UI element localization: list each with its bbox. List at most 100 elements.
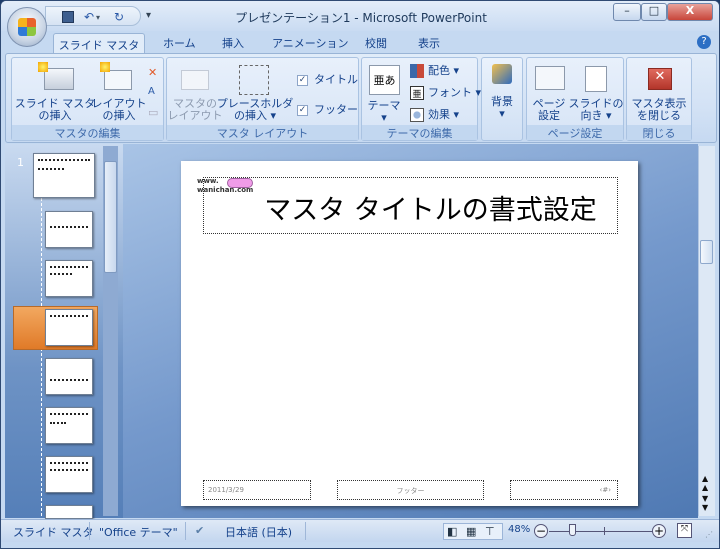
master-number: 1: [17, 156, 24, 169]
colors-button[interactable]: 配色 ▾: [428, 65, 459, 77]
fit-to-window-icon[interactable]: ⤧: [677, 523, 692, 538]
undo-icon[interactable]: ↶: [84, 10, 94, 24]
zoom-slider-center-tick: [604, 527, 605, 535]
close-master-icon: ✕: [648, 68, 672, 90]
label-line: 設定: [538, 109, 560, 122]
resize-grip-icon[interactable]: ⋰: [705, 530, 713, 539]
minimize-button[interactable]: –: [613, 3, 641, 21]
divider: [89, 522, 90, 540]
group-label: マスタ レイアウト: [167, 125, 358, 140]
save-icon[interactable]: [62, 11, 74, 23]
insert-slide-master-button[interactable]: スライド マスタ の挿入: [12, 98, 98, 122]
tab-view[interactable]: 表示: [418, 35, 440, 51]
tab-review[interactable]: 校閲: [365, 35, 387, 51]
date-placeholder[interactable]: 2011/3/29: [203, 480, 311, 500]
previous-slide-icon[interactable]: ▲ ▲: [702, 474, 708, 492]
footer-checkbox[interactable]: ✓ フッター: [297, 104, 358, 116]
zoom-in-icon[interactable]: +: [652, 524, 666, 538]
background-button[interactable]: 背景 ▾: [482, 96, 522, 120]
preserve-icon[interactable]: ▭: [148, 106, 158, 119]
checkbox-label: タイトル: [314, 73, 358, 86]
redo-icon[interactable]: ↻: [114, 10, 124, 24]
powerpoint-window: プレゼンテーション1 - Microsoft PowerPoint ↶ ▾ ↻ …: [0, 0, 720, 549]
tab-slide-master[interactable]: スライド マスタ: [53, 33, 145, 54]
zoom-out-icon[interactable]: −: [534, 524, 548, 538]
layout-thumbnail[interactable]: [45, 407, 93, 444]
slide-master-thumbnail[interactable]: [33, 153, 95, 198]
tab-animation[interactable]: アニメーション: [272, 35, 349, 51]
group-background: 背景 ▾: [481, 57, 523, 141]
group-close: ✕ マスタ表示 を閉じる 閉じる: [626, 57, 692, 141]
zoom-slider-thumb[interactable]: [569, 524, 577, 536]
layout-thumbnail-selected[interactable]: [45, 309, 93, 346]
background-styles-icon: [492, 64, 512, 84]
crocodile-logo-icon: [227, 178, 253, 188]
insert-placeholder-button[interactable]: プレースホルダ の挿入 ▾: [215, 98, 295, 122]
quick-access-toolbar: ↶ ▾ ↻ ▾: [45, 6, 151, 26]
layout-thumbnail[interactable]: [45, 260, 93, 297]
slide-orientation-button[interactable]: スライドの 向き ▾: [567, 98, 625, 122]
footer-placeholder[interactable]: フッター: [337, 480, 484, 500]
layout-thumbnail[interactable]: [45, 358, 93, 395]
delete-icon[interactable]: ✕: [148, 66, 157, 79]
office-button[interactable]: [7, 7, 47, 47]
close-master-view-button[interactable]: マスタ表示 を閉じる: [627, 98, 691, 122]
dropdown-icon: ▾: [499, 107, 505, 120]
next-slide-icon[interactable]: ▼ ▼: [702, 494, 708, 512]
group-edit-theme: 亜あ テーマ ▾ 配色 ▾ 亜 フォント ▾ 効果 ▾ テーマの編集: [361, 57, 481, 141]
divider: [305, 522, 306, 540]
themes-button[interactable]: テーマ ▾: [366, 100, 402, 124]
insert-layout-button[interactable]: レイアウト の挿入: [90, 98, 148, 122]
slide-title[interactable]: マスタ タイトルの書式設定: [204, 188, 617, 227]
checkbox-checked-icon: ✓: [297, 104, 308, 116]
title-placeholder[interactable]: マスタ タイトルの書式設定: [203, 177, 618, 234]
themes-icon: 亜あ: [369, 65, 400, 95]
tree-line: [41, 198, 42, 516]
effects-icon: [410, 108, 424, 122]
zoom-slider-track[interactable]: [549, 531, 653, 532]
help-icon[interactable]: ?: [697, 35, 711, 49]
fonts-icon: 亜: [410, 86, 424, 100]
slide-scrollbar[interactable]: ▲ ▲ ▼ ▼: [698, 146, 715, 516]
checkbox-label: フッター: [314, 103, 358, 116]
language-indicator[interactable]: 日本語 (日本): [225, 524, 292, 540]
page-setup-button[interactable]: ページ 設定: [527, 98, 571, 122]
slideshow-icon[interactable]: ⊤: [485, 525, 495, 538]
undo-dropdown-icon[interactable]: ▾: [96, 13, 100, 22]
maximize-button[interactable]: □: [641, 3, 667, 21]
rename-icon[interactable]: A: [148, 86, 155, 97]
view-indicator: スライド マスタ: [13, 526, 94, 539]
label-line: の挿入: [38, 109, 72, 122]
layout-thumbnail[interactable]: [45, 505, 93, 519]
slide-scroll-thumb[interactable]: [700, 240, 713, 264]
close-button[interactable]: X: [667, 3, 713, 21]
title-checkbox[interactable]: ✓ タイトル: [297, 74, 358, 86]
zoom-level[interactable]: 48%: [508, 524, 530, 535]
effects-button[interactable]: 効果 ▾: [428, 109, 459, 121]
group-label: マスタの編集: [12, 125, 163, 140]
group-edit-master: スライド マスタ の挿入 レイアウト の挿入 ✕ A ▭ マスタの編集: [11, 57, 164, 141]
normal-view-icon[interactable]: ◧: [447, 525, 457, 538]
master-layout-icon: [181, 70, 209, 90]
sparkle-icon: [100, 62, 110, 72]
placeholder-icon: [239, 65, 269, 95]
office-logo-icon: [18, 18, 36, 36]
spellcheck-icon[interactable]: ✔: [195, 524, 204, 537]
tab-home[interactable]: ホーム: [163, 35, 196, 51]
tab-insert[interactable]: 挿入: [222, 35, 244, 51]
label-line: の挿入: [102, 109, 136, 122]
slide-number-placeholder[interactable]: ‹#›: [510, 480, 618, 500]
colors-icon: [410, 64, 424, 78]
group-label: ページ設定: [527, 125, 623, 140]
dropdown-icon: ▾: [381, 111, 387, 124]
title-bar: プレゼンテーション1 - Microsoft PowerPoint ↶ ▾ ↻ …: [1, 1, 719, 31]
thumbnail-scroll-thumb[interactable]: [104, 161, 117, 273]
slide-sorter-icon[interactable]: ▦: [466, 525, 476, 538]
customize-qat-icon[interactable]: ▾: [146, 10, 151, 21]
layout-thumbnail[interactable]: [45, 456, 93, 493]
fonts-button[interactable]: フォント ▾: [428, 87, 481, 99]
status-bar: スライド マスタ "Office テーマ" ✔ 日本語 (日本) ◧ ▦ ⊤ 4…: [1, 519, 719, 542]
slide-orientation-icon: [585, 66, 607, 92]
layout-thumbnail[interactable]: [45, 211, 93, 248]
group-master-layout: マスタの レイアウト プレースホルダ の挿入 ▾ ✓ タイトル ✓ フッター マスタ レ…: [166, 57, 359, 141]
